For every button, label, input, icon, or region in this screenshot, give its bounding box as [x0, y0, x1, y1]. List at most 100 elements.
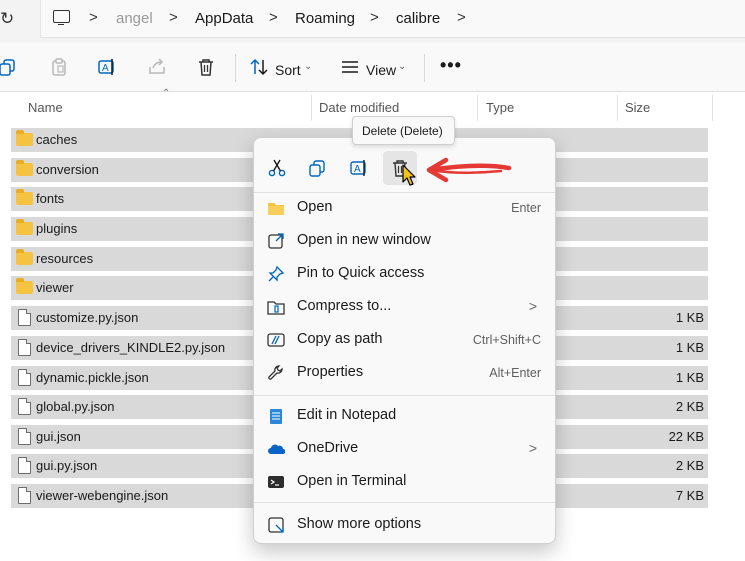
menu-item-onedrive[interactable]: OneDrive >	[258, 433, 551, 466]
this-pc-icon[interactable]	[53, 10, 70, 25]
menu-separator	[254, 395, 555, 396]
copy-button[interactable]	[301, 151, 335, 185]
paste-icon[interactable]	[49, 57, 69, 77]
file-name: gui.py.json	[36, 458, 98, 473]
column-header-type[interactable]: Type	[486, 100, 514, 115]
breadcrumb-user[interactable]: angel	[116, 10, 153, 27]
menu-item-pin-quick-access[interactable]: Pin to Quick access	[258, 258, 551, 291]
menu-item-label: Pin to Quick access	[297, 265, 425, 281]
rename-button[interactable]: A	[342, 151, 376, 185]
menu-item-label: Open in Terminal	[297, 473, 407, 489]
chevron-right-icon: >	[528, 298, 537, 314]
menu-item-label: Show more options	[297, 516, 422, 532]
command-bar: A Sort ⌄ View ⌄ •••	[0, 42, 745, 92]
breadcrumb-separator[interactable]: >	[89, 9, 98, 26]
menu-item-label: Compress to...	[297, 298, 392, 314]
file-name: fonts	[36, 191, 65, 206]
file-name: caches	[36, 132, 78, 147]
file-name: dynamic.pickle.json	[36, 370, 149, 385]
menu-item-shortcut: Enter	[511, 201, 541, 215]
menu-item-open-terminal[interactable]: Open in Terminal	[258, 466, 551, 499]
pin-icon	[267, 265, 285, 283]
file-name: global.py.json	[36, 399, 115, 414]
cut-icon	[268, 159, 286, 177]
svg-text:A: A	[354, 164, 361, 175]
menu-item-open-new-window[interactable]: Open in new window	[258, 225, 551, 258]
wrench-icon	[267, 364, 285, 382]
menu-item-copy-as-path[interactable]: Copy as path Ctrl+Shift+C	[258, 324, 551, 357]
chevron-right-icon: >	[528, 440, 537, 456]
red-arrow-annotation	[426, 157, 512, 183]
copy-path-icon	[267, 331, 285, 349]
breadcrumb-appdata[interactable]: AppData	[195, 10, 253, 27]
column-header-date-modified[interactable]: Date modified	[319, 100, 399, 115]
file-size: 1 KB	[675, 340, 704, 355]
view-icon[interactable]	[340, 57, 360, 77]
column-divider[interactable]	[617, 95, 618, 121]
breadcrumb-separator[interactable]: >	[269, 9, 278, 26]
copy-icon[interactable]	[0, 57, 18, 77]
column-divider[interactable]	[311, 95, 312, 121]
breadcrumb-separator[interactable]: >	[457, 9, 466, 26]
file-name: conversion	[36, 162, 99, 177]
share-icon[interactable]	[147, 57, 167, 77]
address-bar: ↻ > angel > AppData > Roaming > calibre …	[0, 0, 745, 42]
rename-icon[interactable]: A	[97, 57, 117, 77]
file-size: 1 KB	[675, 310, 704, 325]
cut-button[interactable]	[260, 151, 294, 185]
menu-item-shortcut: Ctrl+Shift+C	[472, 333, 541, 347]
context-menu: A Open Enter Open in new window Pin to Q…	[253, 137, 556, 544]
menu-item-shortcut: Alt+Enter	[489, 366, 541, 380]
file-size: 7 KB	[675, 488, 704, 503]
file-name: gui.json	[36, 429, 81, 444]
column-divider[interactable]	[712, 95, 713, 121]
menu-separator	[254, 502, 555, 503]
folder-icon	[267, 199, 285, 217]
breadcrumb-separator[interactable]: >	[370, 9, 379, 26]
menu-item-open[interactable]: Open Enter	[258, 192, 551, 225]
compress-icon	[267, 298, 285, 316]
breadcrumb-calibre[interactable]: calibre	[396, 10, 440, 27]
file-size: 2 KB	[675, 458, 704, 473]
rename-icon: A	[350, 160, 366, 176]
column-header-name[interactable]: Name	[28, 100, 63, 115]
menu-item-label: Edit in Notepad	[297, 407, 397, 423]
menu-item-label: Properties	[297, 364, 364, 380]
copy-icon	[309, 160, 325, 177]
file-size: 1 KB	[675, 370, 704, 385]
menu-item-edit-notepad[interactable]: Edit in Notepad	[258, 400, 551, 433]
menu-item-label: Open	[297, 199, 333, 215]
more-options-icon	[267, 516, 285, 534]
file-name: customize.py.json	[36, 310, 139, 325]
breadcrumb[interactable]: > angel > AppData > Roaming > calibre >	[40, 0, 745, 38]
chevron-down-icon[interactable]: ⌄	[398, 61, 406, 72]
menu-item-label: Copy as path	[297, 331, 383, 347]
file-name: viewer	[36, 280, 74, 295]
chevron-down-icon[interactable]: ⌄	[304, 61, 312, 72]
terminal-icon	[267, 473, 285, 491]
file-explorer-window: ↻ > angel > AppData > Roaming > calibre …	[0, 0, 745, 561]
toolbar-divider	[235, 54, 236, 82]
view-button[interactable]: View	[366, 62, 396, 78]
file-name: device_drivers_KINDLE2.py.json	[36, 340, 226, 355]
menu-item-label: Open in new window	[297, 232, 431, 248]
menu-item-properties[interactable]: Properties Alt+Enter	[258, 357, 551, 390]
refresh-icon[interactable]: ↻	[0, 8, 18, 30]
mouse-cursor-icon	[402, 164, 416, 186]
menu-item-show-more-options[interactable]: Show more options	[258, 509, 551, 542]
delete-icon[interactable]	[196, 57, 216, 77]
sort-button[interactable]: Sort	[275, 62, 301, 78]
menu-item-compress[interactable]: Compress to... >	[258, 291, 551, 324]
breadcrumb-roaming[interactable]: Roaming	[295, 10, 355, 27]
sort-caret-icon: ⌃	[162, 88, 171, 99]
toolbar-divider	[424, 54, 425, 82]
file-name: plugins	[36, 221, 78, 236]
notepad-icon	[267, 407, 285, 425]
sort-icon[interactable]	[249, 57, 269, 77]
delete-tooltip: Delete (Delete)	[352, 116, 455, 145]
breadcrumb-separator[interactable]: >	[169, 9, 178, 26]
column-divider[interactable]	[477, 95, 478, 121]
more-options-button[interactable]: •••	[440, 55, 462, 76]
svg-text:A: A	[102, 63, 109, 74]
column-header-size[interactable]: Size	[625, 100, 650, 115]
